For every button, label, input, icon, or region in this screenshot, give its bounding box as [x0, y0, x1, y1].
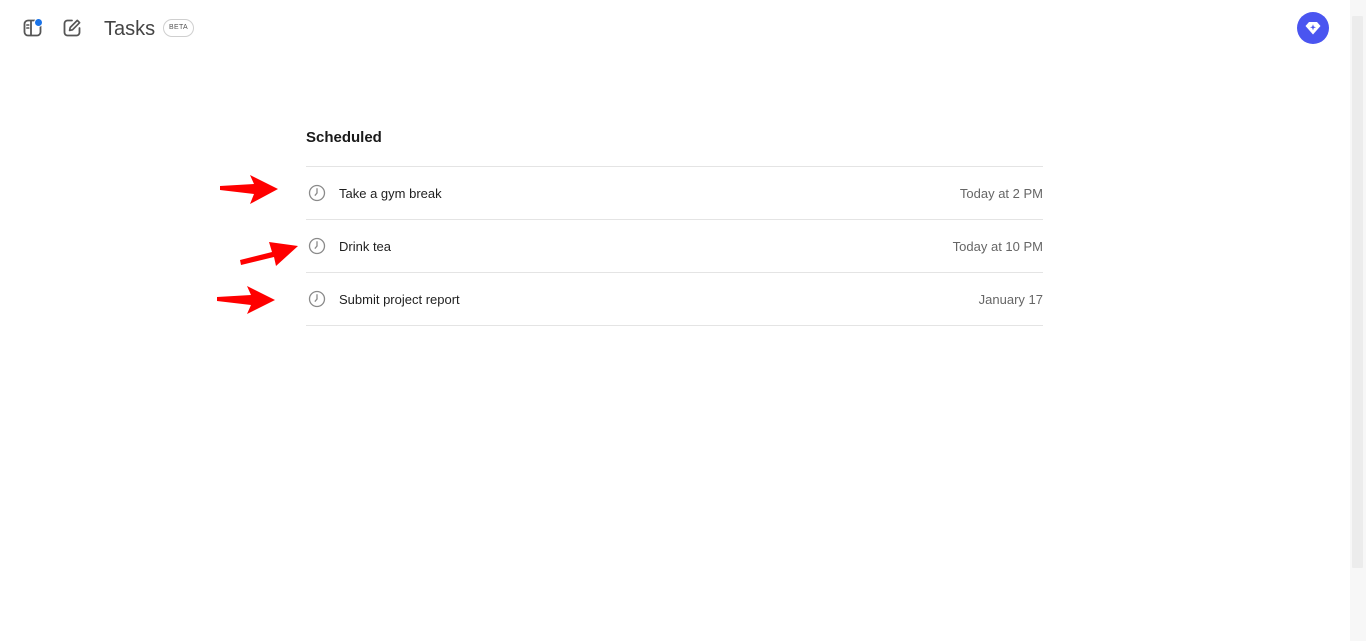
clock-icon[interactable]: [308, 290, 326, 308]
task-title: Take a gym break: [339, 185, 442, 201]
task-due-time: Today at 2 PM: [959, 185, 1043, 201]
task-row[interactable]: Submit project report January 17: [306, 273, 1043, 326]
task-row[interactable]: Take a gym break Today at 2 PM: [306, 167, 1043, 220]
annotation-arrow-icon: [217, 286, 275, 314]
task-due-time: Today at 10 PM: [952, 238, 1043, 254]
clock-icon[interactable]: [308, 237, 326, 255]
clock-icon[interactable]: [308, 184, 326, 202]
diamond-sparkle-icon: [1304, 19, 1322, 37]
edit-icon: [61, 17, 83, 39]
notification-dot: [34, 18, 43, 27]
annotation-arrow-icon: [220, 175, 278, 204]
section-title: Scheduled: [306, 129, 382, 146]
assistant-button[interactable]: [1297, 12, 1329, 44]
sidebar-toggle-icon: [22, 17, 44, 39]
header: Tasks BETA: [0, 0, 1350, 56]
task-title: Submit project report: [339, 291, 460, 307]
task-title: Drink tea: [339, 238, 392, 254]
tasks-page: Tasks BETA Scheduled Take a gym break To…: [0, 0, 1366, 641]
task-list: Take a gym break Today at 2 PM Drink tea…: [306, 166, 1043, 326]
annotation-arrow-icon: [240, 242, 298, 266]
app-title: Tasks: [104, 18, 156, 40]
beta-badge: BETA: [163, 19, 194, 37]
compose-button[interactable]: [59, 15, 85, 41]
scheduled-section: Scheduled Take a gym break Today at 2 PM: [306, 128, 1043, 326]
sidebar-toggle-button[interactable]: [20, 15, 46, 41]
task-due-time: January 17: [978, 291, 1043, 307]
task-row[interactable]: Drink tea Today at 10 PM: [306, 220, 1043, 273]
scrollbar-thumb[interactable]: [1352, 16, 1363, 568]
